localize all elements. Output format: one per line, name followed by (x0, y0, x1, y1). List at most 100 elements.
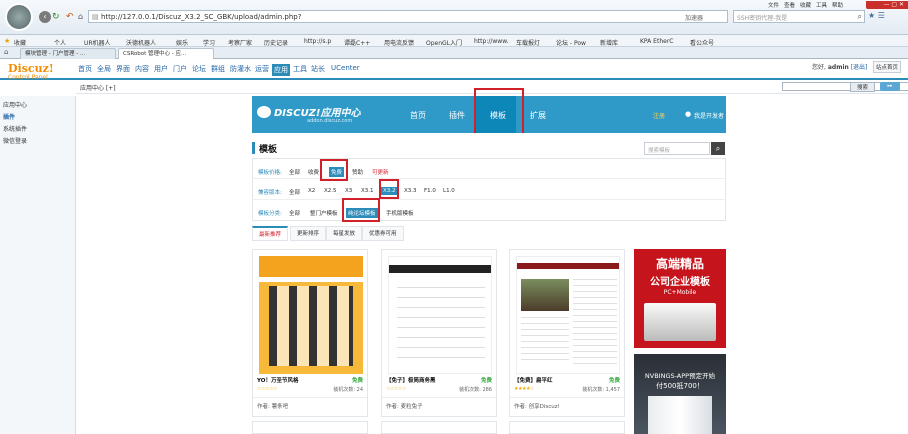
card-1-thumbnail[interactable] (259, 256, 363, 374)
topnav-12[interactable]: 站长 (311, 64, 325, 74)
bookmark-2[interactable]: UR机器人 (84, 38, 111, 46)
topnav-0[interactable]: 首页 (78, 64, 92, 74)
template-search-input[interactable]: 搜索模板 (644, 142, 710, 155)
appcenter-logo[interactable]: DISCUZ!应用中心 (274, 104, 361, 119)
template-search-button[interactable]: ⌕ (711, 142, 725, 155)
menu-help[interactable]: 帮助 (832, 1, 843, 9)
breadcrumb[interactable]: 应用中心 [+] (80, 83, 116, 92)
menu-file[interactable]: 文件 (768, 1, 779, 9)
bookmark-6[interactable]: 考察厂家 (228, 38, 252, 46)
tab-module[interactable]: 模块管理 - 门户管理 - ... (20, 48, 116, 59)
bookmark-5[interactable]: 学习 (203, 38, 215, 46)
banner-nav-home[interactable]: 首页 (410, 110, 426, 121)
logout-link[interactable]: [退出] (851, 64, 868, 71)
bookmark-10[interactable]: 用电流反馈 (384, 38, 414, 46)
version-x2[interactable]: X2 (306, 187, 317, 195)
menu-tools[interactable]: 工具 (816, 1, 827, 9)
bookmark-14[interactable]: 论坛 - Pow (556, 38, 586, 46)
bookmark-17[interactable]: 看公众号 (690, 38, 714, 46)
topnav-6[interactable]: 论坛 (192, 64, 206, 74)
sort-recommended[interactable]: 最新推荐 (252, 226, 289, 241)
topnav-4[interactable]: 用户 (154, 64, 168, 74)
bookmark-12[interactable]: http://www. (474, 38, 508, 45)
type-all[interactable]: 全部 (287, 208, 302, 218)
price-sponsor[interactable]: 赞助 (350, 167, 365, 177)
help-button[interactable]: ▸▸ (880, 82, 900, 91)
side-wechat-login[interactable]: 微信登录 (3, 136, 27, 145)
template-card-4[interactable] (252, 421, 368, 434)
bookmark-16[interactable]: KPA EtherC (640, 38, 673, 45)
search-box[interactable]: SSH密钥代理-我是 ⌕ (733, 10, 865, 23)
template-card-5[interactable] (381, 421, 497, 434)
topnav-8[interactable]: 防灌水 (230, 64, 251, 74)
bookmark-4[interactable]: 娱乐 (176, 38, 188, 46)
topnav-1[interactable]: 全局 (97, 64, 111, 74)
side-plugins[interactable]: 插件 (3, 112, 15, 121)
template-card-1[interactable]: YO！万圣节风格 免费 ☆☆☆☆☆ 装机次数: 24 作者: 薯条吧 (252, 249, 368, 417)
topnav-10[interactable]: 应用 (272, 64, 290, 76)
template-card-2[interactable]: 【免子】极简商务黑 免费 ☆☆☆☆☆ 装机次数: 286 作者: 麦粒兔子 (381, 249, 497, 417)
tab-csrobot[interactable]: CSRobot 管理中心 - 应... (118, 48, 214, 59)
appcenter-login[interactable]: 注册 (653, 111, 665, 120)
version-l10[interactable]: L1.0 (441, 187, 457, 195)
address-bar[interactable]: ▤ http://127.0.0.1/Discuz_X3.2_SC_GBK/up… (88, 10, 728, 23)
site-home-button[interactable]: 站点首页 (873, 61, 902, 73)
card-3-title[interactable]: 【免费】扁平红 (514, 376, 553, 384)
card-2-author[interactable]: 作者: 麦粒兔子 (386, 402, 423, 410)
bookmark-9[interactable]: 谭磊C++ (344, 38, 370, 46)
discuz-logo[interactable]: Discuz! Control Panel (8, 62, 68, 84)
home-icon[interactable]: ⌂ (78, 12, 83, 21)
sort-coupon[interactable]: 优惠券可用 (362, 226, 404, 241)
topnav-5[interactable]: 门户 (173, 64, 187, 74)
developer-link[interactable]: 我是开发者 (694, 111, 724, 120)
price-paid[interactable]: 收费 (306, 167, 321, 177)
card-1-author[interactable]: 作者: 薯条吧 (257, 402, 288, 410)
sort-updated[interactable]: 更新排序 (290, 226, 327, 241)
card-2-title[interactable]: 【免子】极简商务黑 (386, 376, 436, 384)
version-x31[interactable]: X3.1 (359, 187, 376, 195)
version-x3[interactable]: X3 (343, 187, 354, 195)
version-x33[interactable]: X3.3 (402, 187, 419, 195)
window-controls[interactable]: — ▢ ✕ (866, 1, 908, 9)
topnav-9[interactable]: 运营 (255, 64, 269, 74)
version-all[interactable]: 全部 (287, 187, 302, 197)
card-3-thumbnail[interactable] (516, 256, 620, 374)
card-1-title[interactable]: YO！万圣节风格 (257, 376, 298, 384)
menu-view[interactable]: 查看 (784, 1, 795, 9)
template-card-3[interactable]: 【免费】扁平红 免费 ★★★★☆ 装机次数: 1,457 作者: 创享Discu… (509, 249, 625, 417)
extension-icons[interactable]: ★ ☰ (868, 11, 885, 20)
banner-nav-extensions[interactable]: 扩展 (530, 110, 546, 121)
search-icon[interactable]: ⌕ (858, 12, 862, 22)
topnav-2[interactable]: 界面 (116, 64, 130, 74)
template-card-6[interactable] (509, 421, 625, 434)
bookmark-15[interactable]: 新增库 (600, 38, 618, 46)
bookmark-3[interactable]: 沃德机器人 (126, 38, 156, 46)
price-updatable[interactable]: 可更新 (370, 167, 391, 177)
topnav-11[interactable]: 工具 (293, 64, 307, 74)
topnav-3[interactable]: 内容 (135, 64, 149, 74)
side-system-plugins[interactable]: 系统插件 (3, 124, 27, 133)
card-2-thumbnail[interactable] (388, 256, 492, 374)
back-icon[interactable]: ‹ (39, 11, 51, 23)
topnav-13[interactable]: UCenter (331, 64, 360, 72)
undo-icon[interactable]: ↶ (66, 12, 74, 22)
user-avatar[interactable] (5, 3, 33, 31)
tab-home-icon[interactable]: ⌂ (4, 48, 8, 56)
topnav-7[interactable]: 群组 (211, 64, 225, 74)
banner-nav-plugins[interactable]: 插件 (449, 110, 465, 121)
admin-search-button[interactable]: 搜索 (850, 82, 876, 92)
price-all[interactable]: 全部 (287, 167, 302, 177)
sort-star[interactable]: 每星发放 (326, 226, 363, 241)
version-f10[interactable]: F1.0 (422, 187, 438, 195)
type-mobile[interactable]: 手机版模板 (384, 208, 416, 218)
bookmark-7[interactable]: 历史记录 (264, 38, 288, 46)
menu-favorites[interactable]: 收藏 (800, 1, 811, 9)
bookmark-8[interactable]: http://s.p (304, 38, 331, 45)
ad-nvbings-app[interactable]: NVBINGS-APP预定开始 付500抵700！ (634, 354, 726, 434)
side-appcenter[interactable]: 应用中心 (3, 100, 27, 109)
forward-icon[interactable]: ↻ (52, 12, 60, 22)
bookmark-11[interactable]: OpenGL入门 (426, 38, 462, 46)
bookmark-1[interactable]: 个人 (54, 38, 66, 46)
card-3-author[interactable]: 作者: 创享Discuz! (514, 402, 560, 410)
version-x25[interactable]: X2.5 (322, 187, 339, 195)
